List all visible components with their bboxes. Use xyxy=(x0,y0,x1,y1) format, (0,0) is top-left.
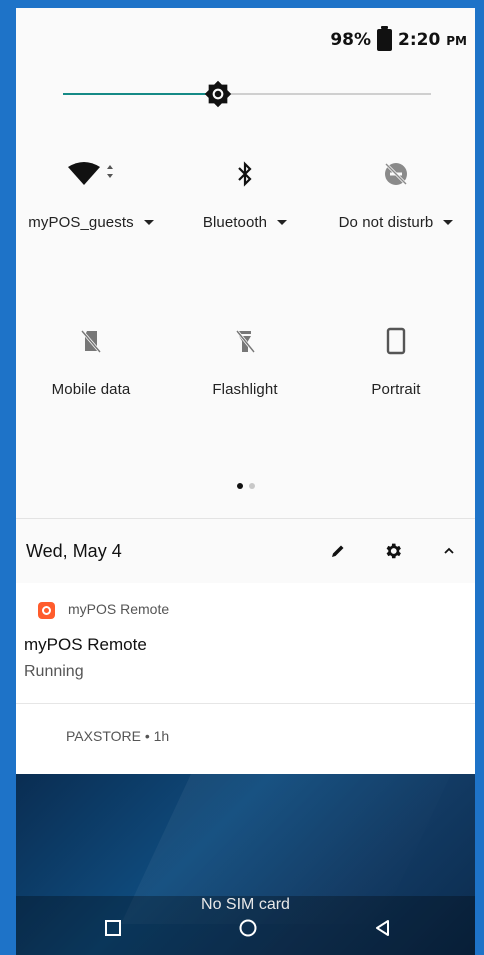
home-button[interactable] xyxy=(236,916,260,940)
page-dot xyxy=(236,482,243,489)
notification-title: myPOS Remote xyxy=(24,635,147,654)
tile-bluetooth[interactable]: Bluetooth xyxy=(170,156,320,231)
clock-ampm: PM xyxy=(446,34,467,48)
tile-bluetooth-label: Bluetooth xyxy=(202,214,268,231)
date-label: Wed, May 4 xyxy=(26,541,122,561)
carrier-text: No SIM card xyxy=(201,896,290,913)
collapse-chevron-up-icon[interactable] xyxy=(438,540,460,562)
tile-do-not-disturb[interactable]: Do not disturb xyxy=(321,156,471,231)
edit-pencil-icon[interactable] xyxy=(327,540,349,562)
recents-button[interactable] xyxy=(101,916,125,940)
notification-shade: 98% 2:20 PM myPOS_guests Bluetooth Do no… xyxy=(16,8,475,955)
mobile-data-off-icon xyxy=(80,330,102,353)
home-circle-icon xyxy=(239,919,257,937)
tile-mobile-data-label: Mobile data xyxy=(51,381,131,398)
notification-text: Running xyxy=(24,663,84,680)
tile-flashlight-label: Flashlight xyxy=(212,381,278,398)
clock: 2:20 PM xyxy=(398,30,467,50)
tile-wifi-label: myPOS_guests xyxy=(28,214,134,231)
page-indicator xyxy=(16,475,475,494)
notification-mypos-remote[interactable]: myPOS Remote myPOS Remote Running xyxy=(16,583,475,704)
wifi-icon xyxy=(68,162,113,185)
wifi-expand-icon[interactable] xyxy=(143,220,154,225)
bluetooth-icon xyxy=(238,161,252,187)
tile-portrait[interactable]: Portrait xyxy=(321,323,471,398)
tile-portrait-label: Portrait xyxy=(371,381,421,398)
clock-time: 2:20 xyxy=(398,30,441,50)
date-row: Wed, May 4 xyxy=(16,518,475,584)
do-not-disturb-icon xyxy=(384,162,408,186)
notification-app-name: PAXSTORE • 1h xyxy=(66,728,170,744)
recents-square-icon xyxy=(105,920,121,936)
battery-percent: 98% xyxy=(330,30,372,50)
status-bar: 98% 2:20 PM xyxy=(330,26,467,52)
device-frame: 98% 2:20 PM myPOS_guests Bluetooth Do no… xyxy=(0,0,484,955)
brightness-thumb-icon[interactable] xyxy=(204,80,232,108)
settings-gear-icon[interactable] xyxy=(382,540,404,562)
tile-dnd-label: Do not disturb xyxy=(338,214,434,231)
flashlight-off-icon xyxy=(235,330,256,353)
tile-wifi[interactable]: myPOS_guests xyxy=(16,156,166,231)
tile-mobile-data[interactable]: Mobile data xyxy=(16,323,166,398)
brightness-fill xyxy=(63,93,218,95)
notification-paxstore[interactable]: PAXSTORE • 1h xyxy=(16,704,475,774)
back-button[interactable] xyxy=(371,916,395,940)
notification-app-name: myPOS Remote xyxy=(68,601,170,617)
bluetooth-expand-icon[interactable] xyxy=(277,220,288,225)
page-dot xyxy=(248,482,255,489)
brightness-slider[interactable] xyxy=(63,80,431,108)
dnd-expand-icon[interactable] xyxy=(443,220,454,225)
mypos-app-icon xyxy=(38,602,55,619)
battery-icon xyxy=(377,26,393,51)
tile-flashlight[interactable]: Flashlight xyxy=(170,323,320,398)
portrait-icon xyxy=(386,327,406,355)
back-triangle-icon xyxy=(376,920,389,936)
